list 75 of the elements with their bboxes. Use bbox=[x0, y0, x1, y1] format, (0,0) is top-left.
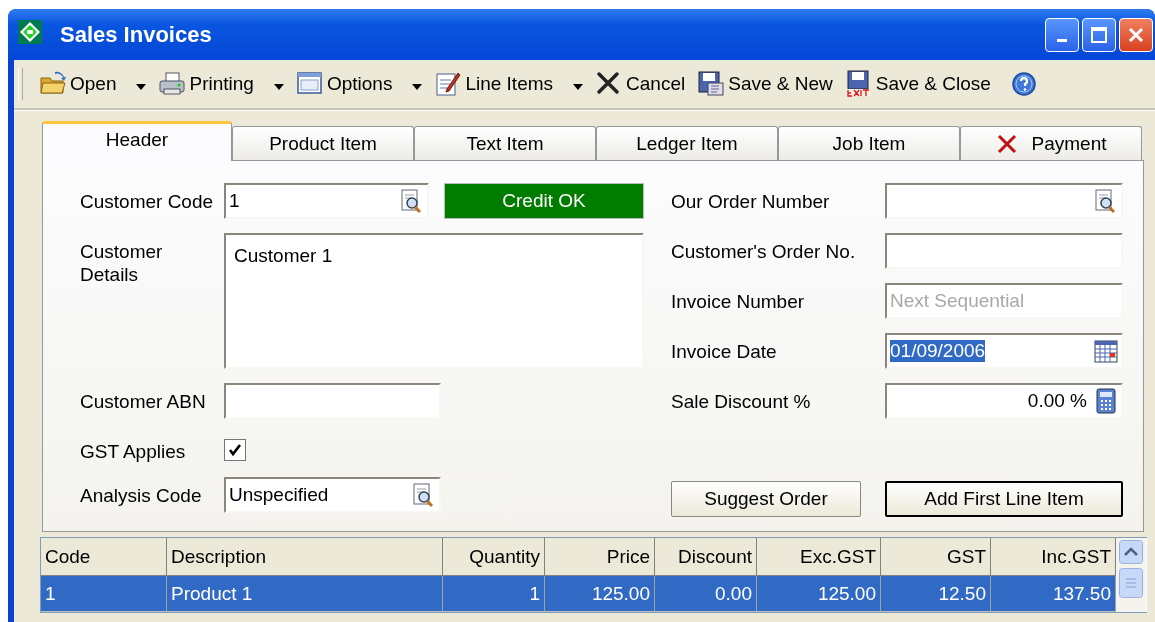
credit-status: Credit OK bbox=[444, 183, 644, 219]
scroll-thumb-icon[interactable] bbox=[1119, 568, 1143, 598]
help-icon bbox=[1010, 71, 1037, 97]
window-title: Sales Invoices bbox=[60, 21, 212, 48]
table-cell: Product 1 bbox=[167, 576, 443, 612]
notepad-pen-icon bbox=[434, 70, 463, 98]
close-icon bbox=[1127, 25, 1145, 44]
tab[interactable]: Header bbox=[42, 121, 232, 161]
field-label: Customer ABN bbox=[80, 390, 207, 413]
check-icon bbox=[228, 443, 242, 457]
field-label: Customer Details bbox=[80, 240, 164, 286]
toolbar-button[interactable]: Open bbox=[35, 67, 121, 101]
action-button[interactable]: Add First Line Item bbox=[885, 481, 1123, 517]
calculator-icon bbox=[1093, 387, 1119, 415]
input-field[interactable] bbox=[885, 183, 1123, 219]
checkbox[interactable] bbox=[224, 439, 246, 461]
caret-icon[interactable] bbox=[412, 84, 423, 90]
column-header[interactable]: Price bbox=[545, 538, 655, 576]
table-cell: 1 bbox=[41, 576, 167, 612]
tab[interactable]: Payment bbox=[960, 126, 1142, 160]
column-header[interactable]: Discount bbox=[655, 538, 757, 576]
tab[interactable]: Text Item bbox=[414, 126, 596, 160]
minimize-icon bbox=[1057, 39, 1067, 42]
maximize-icon bbox=[1090, 25, 1108, 44]
input-field[interactable]: Unspecified bbox=[224, 477, 441, 513]
toolbar-button[interactable]: Save & New bbox=[693, 67, 837, 101]
input-field[interactable]: 1 bbox=[224, 183, 429, 219]
table-cell: 12.50 bbox=[881, 576, 991, 612]
maximize-button[interactable] bbox=[1082, 17, 1116, 52]
column-header[interactable]: Description bbox=[167, 538, 443, 576]
caret-icon[interactable] bbox=[573, 84, 584, 90]
table-cell: 125.00 bbox=[545, 576, 655, 612]
input-field[interactable]: 0.00 % bbox=[885, 383, 1123, 419]
scrollbar[interactable] bbox=[1116, 538, 1146, 612]
toolbar-button[interactable]: Cancel bbox=[591, 67, 690, 101]
tab[interactable]: Job Item bbox=[778, 126, 960, 160]
calendar-icon bbox=[1093, 337, 1119, 365]
field-label: Customer's Order No. bbox=[671, 240, 857, 263]
table-cell: 1 bbox=[443, 576, 545, 612]
toolbar-button[interactable]: Line Items bbox=[430, 67, 558, 101]
field-label: Analysis Code bbox=[80, 484, 203, 507]
column-header[interactable]: Inc.GST bbox=[991, 538, 1116, 576]
scroll-up-icon[interactable] bbox=[1119, 540, 1143, 564]
toolbar-button[interactable]: Printing bbox=[154, 67, 258, 101]
field-label: Our Order Number bbox=[671, 190, 831, 213]
date-field[interactable]: 01/09/2006 bbox=[885, 333, 1123, 369]
app-logo-icon bbox=[18, 20, 42, 44]
caret-icon[interactable] bbox=[273, 84, 284, 90]
table-cell: 125.00 bbox=[757, 576, 881, 612]
close-button[interactable] bbox=[1119, 17, 1153, 52]
field-label: GST Applies bbox=[80, 440, 187, 463]
field-label: Invoice Number bbox=[671, 290, 806, 313]
input-field[interactable] bbox=[885, 233, 1123, 269]
cross-icon bbox=[995, 132, 1018, 155]
printer-icon bbox=[158, 70, 187, 98]
save-exit-icon bbox=[844, 70, 873, 98]
field-label: Sale Discount % bbox=[671, 390, 812, 413]
field-label: Customer Code bbox=[80, 190, 215, 213]
text-area[interactable]: Customer 1 bbox=[224, 233, 644, 369]
table-cell: 137.50 bbox=[991, 576, 1116, 612]
minimize-button[interactable] bbox=[1045, 17, 1079, 52]
caret-icon[interactable] bbox=[136, 84, 147, 90]
column-header[interactable]: Exc.GST bbox=[757, 538, 881, 576]
column-header[interactable]: Code bbox=[41, 538, 167, 576]
column-header[interactable]: GST bbox=[881, 538, 991, 576]
toolbar-button[interactable]: Save & Close bbox=[840, 67, 995, 101]
action-button[interactable]: Suggest Order bbox=[671, 481, 861, 517]
column-header[interactable]: Quantity bbox=[443, 538, 545, 576]
tab[interactable]: Product Item bbox=[232, 126, 414, 160]
input-field[interactable] bbox=[224, 383, 441, 419]
toolbar-button[interactable]: Options bbox=[291, 67, 397, 101]
field-label: Invoice Date bbox=[671, 340, 778, 363]
save-disk-icon bbox=[697, 70, 726, 98]
tab[interactable]: Ledger Item bbox=[596, 126, 778, 160]
table-cell: 0.00 bbox=[655, 576, 757, 612]
